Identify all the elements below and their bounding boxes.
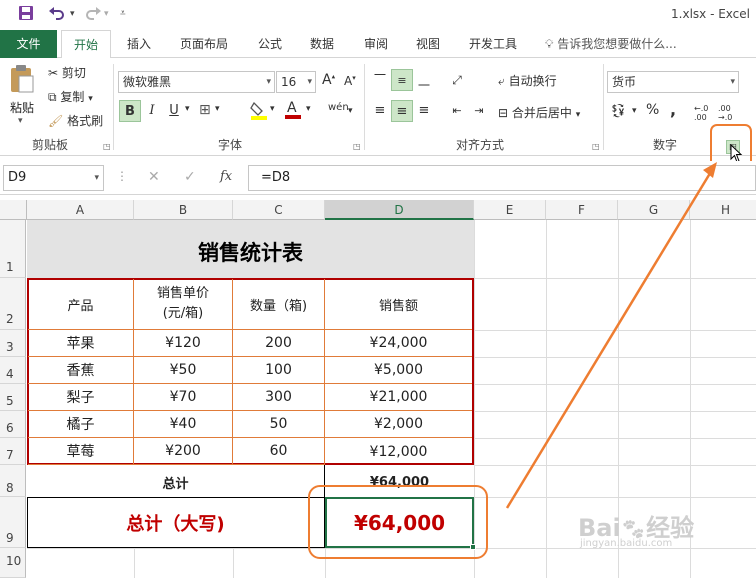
annotation-arrow [505, 162, 717, 509]
